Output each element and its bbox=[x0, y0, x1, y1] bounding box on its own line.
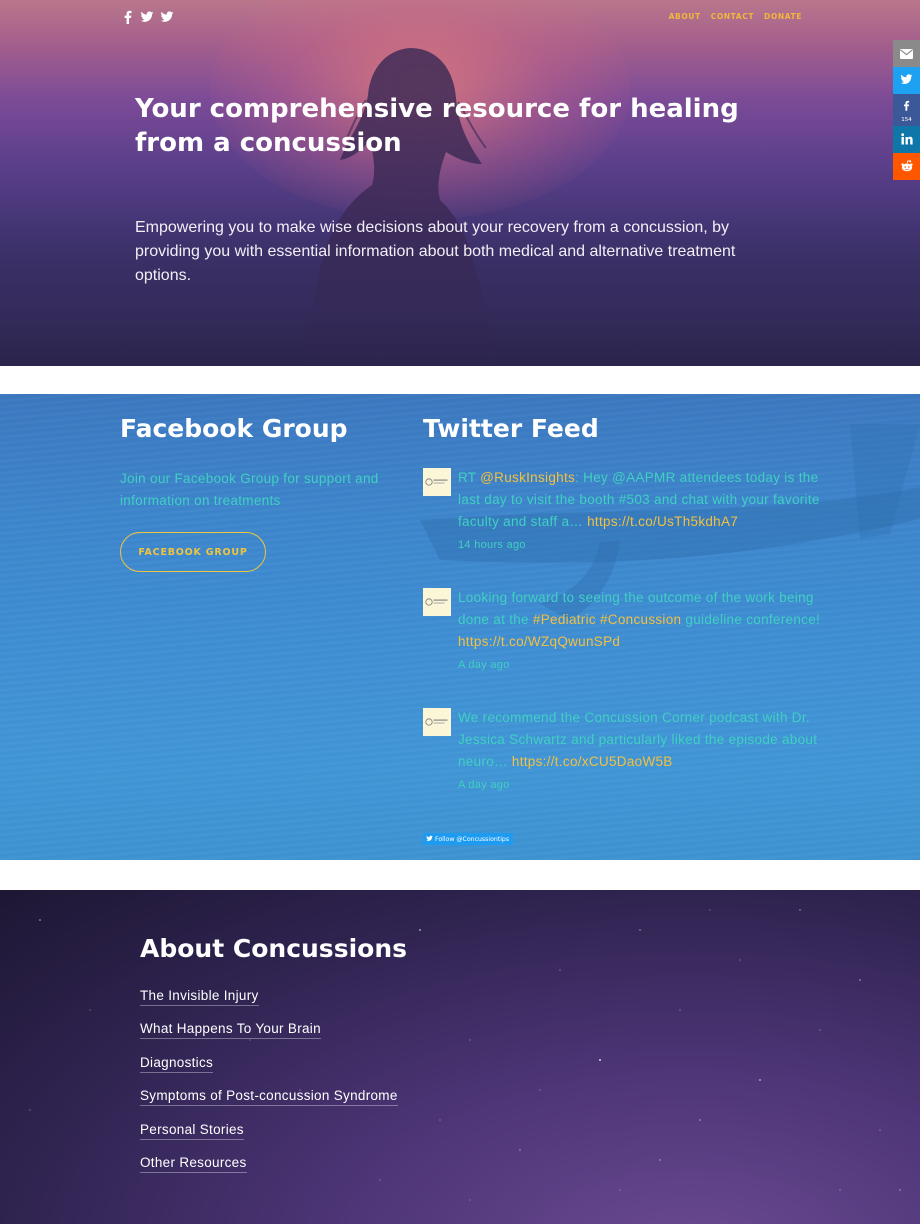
tweet-avatar[interactable] bbox=[423, 588, 451, 616]
tweet-time[interactable]: A day ago bbox=[458, 653, 830, 677]
hero-title: Your comprehensive resource for healing … bbox=[135, 94, 739, 158]
about-link-other-resources[interactable]: Other Resources bbox=[140, 1154, 398, 1188]
facebook-group-text: Join our Facebook Group for support and … bbox=[120, 471, 379, 508]
facebook-icon bbox=[902, 97, 911, 116]
facebook-icon[interactable] bbox=[122, 10, 134, 24]
linkedin-icon bbox=[900, 130, 913, 149]
tweet-url-link[interactable]: https://t.co/xCU5DaoW5B bbox=[512, 754, 673, 769]
about-link-label: Other Resources bbox=[140, 1154, 247, 1173]
share-facebook-count: 154 bbox=[901, 117, 912, 123]
share-reddit-button[interactable] bbox=[893, 153, 920, 180]
header-social-links bbox=[122, 10, 174, 24]
nav-donate-link[interactable]: DONATE bbox=[764, 12, 802, 21]
hero-section bbox=[0, 0, 920, 366]
tweet-avatar[interactable] bbox=[423, 468, 451, 496]
about-section bbox=[0, 890, 920, 1224]
tweet-time[interactable]: 14 hours ago bbox=[458, 533, 830, 557]
starfield-background bbox=[29, 909, 901, 1201]
about-link-symptoms[interactable]: Symptoms of Post-concussion Syndrome bbox=[140, 1088, 398, 1121]
nav-about-link[interactable]: ABOUT bbox=[669, 12, 701, 21]
twitter-feed-title: Twitter Feed bbox=[423, 414, 599, 443]
about-link-label: Symptoms of Post-concussion Syndrome bbox=[140, 1088, 398, 1107]
share-email-button[interactable] bbox=[893, 40, 920, 67]
twitter-icon[interactable] bbox=[140, 10, 154, 24]
about-concussions-title: About Concussions bbox=[140, 934, 407, 963]
about-link-label: The Invisible Injury bbox=[140, 988, 259, 1006]
share-facebook-button[interactable]: 154 bbox=[893, 94, 920, 126]
tweet-body: Looking forward to seeing the outcome of… bbox=[458, 587, 830, 677]
about-link-invisible-injury[interactable]: The Invisible Injury bbox=[140, 988, 398, 1021]
twitter-follow-label: Follow @Concussiontips bbox=[435, 835, 510, 843]
reddit-icon bbox=[900, 157, 914, 176]
about-link-label: What Happens To Your Brain bbox=[140, 1021, 321, 1040]
tweet-url-link[interactable]: https://t.co/WZqQwunSPd bbox=[458, 634, 620, 649]
about-link-diagnostics[interactable]: Diagnostics bbox=[140, 1054, 398, 1088]
twitter-icon bbox=[426, 835, 433, 844]
share-bar: 154 bbox=[893, 40, 920, 180]
twitter-icon[interactable] bbox=[160, 10, 174, 24]
twitter-icon bbox=[900, 71, 913, 90]
top-bar: ABOUT CONTACT DONATE bbox=[0, 0, 920, 36]
twitter-follow-button[interactable]: Follow @Concussiontips bbox=[423, 833, 514, 845]
about-links-list: The Invisible Injury What Happens To You… bbox=[140, 988, 398, 1188]
hero-subtitle: Empowering you to make wise decisions ab… bbox=[135, 219, 736, 284]
tweet-text: RT bbox=[458, 470, 481, 485]
tweet-body: We recommend the Concussion Corner podca… bbox=[458, 707, 830, 797]
tweet-url-link[interactable]: https://t.co/UsTh5kdhA7 bbox=[587, 514, 738, 529]
share-linkedin-button[interactable] bbox=[893, 126, 920, 153]
tweet-mention-link[interactable]: @RuskInsights bbox=[480, 470, 575, 485]
tweet-body: RT @RuskInsights: Hey @AAPMR attendees t… bbox=[458, 467, 830, 557]
about-link-brain[interactable]: What Happens To Your Brain bbox=[140, 1021, 398, 1054]
tweet-hashtag-link[interactable]: #Pediatric #Concussion bbox=[533, 612, 681, 627]
email-icon bbox=[900, 44, 913, 63]
facebook-group-button[interactable]: FACEBOOK GROUP bbox=[120, 532, 266, 572]
facebook-group-title: Facebook Group bbox=[120, 414, 348, 443]
about-link-label: Personal Stories bbox=[140, 1121, 244, 1140]
about-link-personal-stories[interactable]: Personal Stories bbox=[140, 1121, 398, 1155]
tweet-time[interactable]: A day ago bbox=[458, 773, 830, 797]
about-link-label: Diagnostics bbox=[140, 1054, 214, 1073]
tweet-avatar[interactable] bbox=[423, 708, 451, 736]
main-nav: ABOUT CONTACT DONATE bbox=[669, 12, 802, 21]
nav-contact-link[interactable]: CONTACT bbox=[711, 12, 754, 21]
tweet-text: guideline conference! bbox=[681, 612, 821, 627]
share-twitter-button[interactable] bbox=[893, 67, 920, 94]
